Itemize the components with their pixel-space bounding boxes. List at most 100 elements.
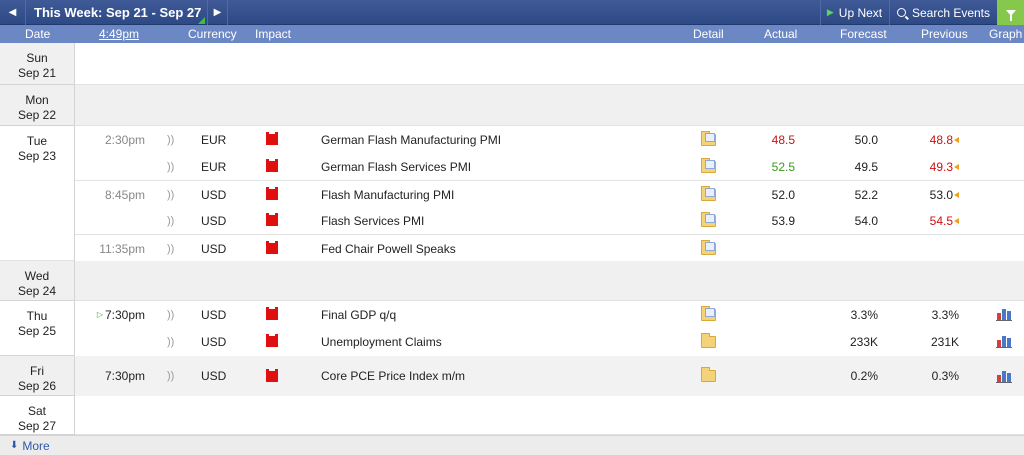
event-time <box>89 153 145 180</box>
bar-chart-icon[interactable] <box>996 335 1012 348</box>
detail-cell[interactable] <box>701 235 717 262</box>
high-impact-icon <box>266 187 278 200</box>
event-time: 2:30pm <box>104 132 145 147</box>
day-date: Sep 22 <box>17 108 57 122</box>
detail-cell[interactable] <box>701 181 717 208</box>
event-actual: 48.5 <box>771 132 795 147</box>
event-row[interactable]: 11:35pm )) USD Fed Chair Powell Speaks <box>75 234 1024 261</box>
speaker-icon: )) <box>167 133 175 146</box>
play-icon: ▶ <box>826 7 834 17</box>
detail-cell[interactable] <box>701 207 717 234</box>
impact-cell <box>266 235 280 262</box>
next-week-button[interactable]: ▶ <box>208 0 228 25</box>
event-previous: 0.3% <box>931 369 959 383</box>
folder-open-icon[interactable] <box>701 157 716 173</box>
header-time[interactable]: 4:49pm <box>99 27 139 41</box>
high-impact-icon <box>266 213 278 226</box>
event-currency: USD <box>201 369 227 383</box>
event-row[interactable]: 2:30pm )) EUR German Flash Manufacturing… <box>75 126 1024 153</box>
day-name: Mon <box>25 93 49 107</box>
day-name: Thu <box>26 309 48 323</box>
detail-cell[interactable] <box>701 126 717 153</box>
event-row[interactable]: 8:45pm )) USD Flash Manufacturing PMI 52… <box>75 180 1024 207</box>
chevron-right-icon: ▶ <box>213 7 222 18</box>
folder-icon[interactable] <box>701 367 716 382</box>
previous-value: 49.3 <box>929 159 953 174</box>
event-row[interactable]: 7:30pm )) USD Core PCE Price Index m/m 0… <box>75 356 1024 396</box>
impact-cell <box>266 301 280 328</box>
event-name[interactable]: German Flash Services PMI <box>321 153 681 180</box>
filter-button[interactable] <box>997 0 1024 25</box>
event-forecast: 50.0 <box>854 132 878 147</box>
event-name[interactable]: German Flash Manufacturing PMI <box>321 126 681 153</box>
folder-open-icon[interactable] <box>701 239 716 255</box>
day-date: Sep 25 <box>17 324 57 338</box>
folder-open-icon[interactable] <box>701 185 716 201</box>
up-next-label: Up Next <box>838 5 883 20</box>
impact-cell <box>266 207 280 234</box>
event-row[interactable]: )) EUR German Flash Services PMI 52.5 49… <box>75 153 1024 180</box>
date-cell: Sun Sep 21 <box>0 43 75 85</box>
detail-cell[interactable] <box>701 328 717 355</box>
day-date: Sep 26 <box>17 379 57 393</box>
day-block-empty <box>75 85 1024 126</box>
folder-open-icon[interactable] <box>701 305 716 321</box>
event-previous: 53.0 <box>905 181 959 208</box>
folder-open-icon[interactable] <box>701 130 716 146</box>
more-link[interactable]: ⬇ More <box>0 435 1024 455</box>
event-name[interactable]: Flash Manufacturing PMI <box>321 181 681 208</box>
revised-icon <box>954 191 959 198</box>
speaker-icon: )) <box>167 242 175 255</box>
header-date: Date <box>25 27 51 41</box>
event-row[interactable]: )) USD Unemployment Claims 233K 231K <box>75 328 1024 355</box>
event-time: 11:35pm <box>99 241 145 256</box>
detail-cell[interactable] <box>701 356 717 396</box>
speaker-icon: )) <box>167 160 175 173</box>
event-forecast: 233K <box>849 334 878 349</box>
week-range-label[interactable]: This Week: Sep 21 - Sep 27 <box>26 0 208 25</box>
day-date: Sep 23 <box>17 149 57 163</box>
high-impact-icon <box>266 132 278 145</box>
previous-value: 53.0 <box>929 187 953 202</box>
folder-icon[interactable] <box>701 332 716 348</box>
event-currency: EUR <box>201 159 227 174</box>
event-time <box>89 207 145 234</box>
bar-chart-icon[interactable] <box>996 308 1012 321</box>
event-name[interactable]: Unemployment Claims <box>321 328 681 355</box>
event-row[interactable]: )) USD Flash Services PMI 53.9 54.0 54.5 <box>75 207 1024 234</box>
folder-open-icon[interactable] <box>701 211 716 227</box>
prev-week-button[interactable]: ◀ <box>0 0 26 25</box>
search-events-label: Search Events <box>911 5 991 20</box>
revised-icon <box>954 163 959 170</box>
column-header: Date 4:49pm Currency Impact Detail Actua… <box>0 25 1024 43</box>
event-name[interactable]: Fed Chair Powell Speaks <box>321 235 681 262</box>
detail-cell[interactable] <box>701 301 717 328</box>
event-name[interactable]: Flash Services PMI <box>321 207 681 234</box>
event-currency: USD <box>201 307 227 322</box>
day-block-empty <box>75 396 1024 435</box>
up-next-button[interactable]: ▶ Up Next <box>820 0 888 25</box>
impact-cell <box>266 356 280 396</box>
graph-cell[interactable] <box>996 328 1014 355</box>
high-impact-icon <box>266 241 278 254</box>
chevron-left-icon: ◀ <box>8 7 17 18</box>
bar-chart-icon[interactable] <box>996 370 1012 383</box>
search-events-button[interactable]: Search Events <box>889 0 997 25</box>
day-date: Sep 21 <box>17 66 57 80</box>
impact-cell <box>266 126 280 153</box>
graph-cell[interactable] <box>996 356 1014 396</box>
impact-cell <box>266 181 280 208</box>
graph-cell[interactable] <box>996 301 1014 328</box>
day-date: Sep 24 <box>17 284 57 298</box>
date-cell: Tue Sep 23 <box>0 126 75 261</box>
date-cell: Fri Sep 26 <box>0 356 75 396</box>
event-row[interactable]: ▷ 7:30pm )) USD Final GDP q/q 3.3% 3.3% <box>75 301 1024 328</box>
event-name[interactable]: Core PCE Price Index m/m <box>321 356 681 396</box>
event-forecast: 52.2 <box>854 187 878 202</box>
header-graph: Graph <box>989 27 1023 41</box>
event-name[interactable]: Final GDP q/q <box>321 301 681 328</box>
detail-cell[interactable] <box>701 153 717 180</box>
event-currency: USD <box>201 213 227 228</box>
speaker-icon: )) <box>167 370 175 382</box>
header-detail: Detail <box>693 27 724 41</box>
